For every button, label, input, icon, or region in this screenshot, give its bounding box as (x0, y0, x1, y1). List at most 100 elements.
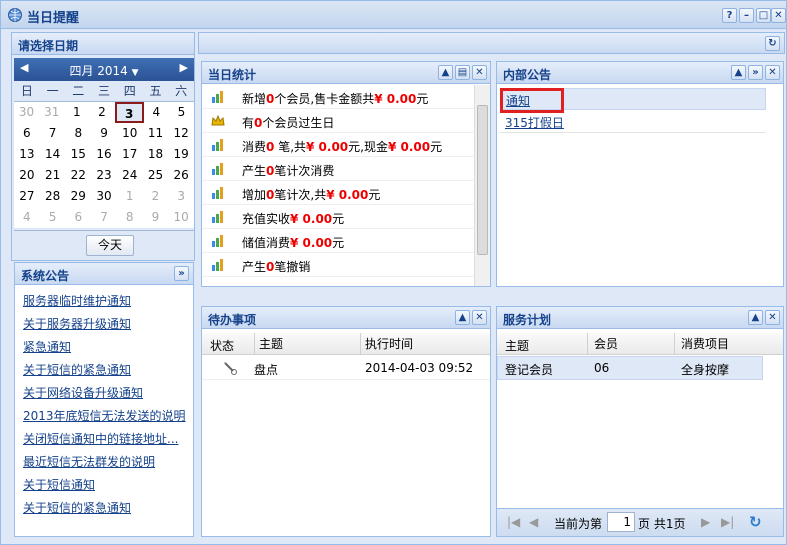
calendar-day[interactable]: 21 (40, 165, 66, 186)
internal-notice-row[interactable]: 315打假日 (500, 111, 766, 133)
calendar-day[interactable]: 8 (117, 207, 143, 228)
next-month-icon[interactable]: ▶ (180, 61, 188, 74)
calendar-day[interactable]: 11 (143, 123, 169, 144)
last-page-icon[interactable]: ▶| (721, 515, 734, 529)
prev-page-icon[interactable]: ◀ (529, 515, 538, 529)
internal-notice-item[interactable]: 315打假日 (505, 114, 564, 131)
collapse-icon[interactable]: ▲ (438, 65, 453, 80)
calendar-day[interactable]: 3 (114, 102, 144, 123)
calendar-day[interactable]: 4 (144, 102, 169, 123)
system-notice-item[interactable]: 服务器临时维护通知 (23, 290, 189, 313)
stat-text: 充值实收¥ 0.00元 (242, 212, 345, 226)
print-icon[interactable]: ▤ (455, 65, 470, 80)
calendar-day[interactable]: 5 (40, 207, 66, 228)
calendar-day[interactable]: 30 (14, 102, 39, 123)
close-panel-icon[interactable]: ✕ (472, 65, 487, 80)
weekday-label: 六 (175, 84, 188, 98)
first-page-icon[interactable]: |◀ (507, 515, 520, 529)
calendar-day[interactable]: 5 (169, 102, 194, 123)
close-icon[interactable]: ✕ (771, 8, 786, 23)
system-notice-item[interactable]: 2013年底短信无法发送的说明 (23, 405, 189, 428)
calendar-day[interactable]: 30 (91, 186, 117, 207)
calendar-week: 13 14 15 16 17 18 19 (14, 144, 194, 165)
column-header[interactable]: 消费项目 (674, 333, 729, 355)
column-header[interactable]: 主题 (505, 337, 529, 354)
calendar-day[interactable]: 22 (65, 165, 91, 186)
calendar-day[interactable]: 2 (89, 102, 114, 123)
collapse-icon[interactable]: ▲ (455, 310, 470, 325)
calendar-day[interactable]: 4 (14, 207, 40, 228)
close-panel-icon[interactable]: ✕ (765, 310, 780, 325)
calendar-day[interactable]: 26 (168, 165, 194, 186)
month-picker[interactable]: 四月 2014 ▼ (14, 62, 194, 79)
system-notice-item[interactable]: 关于短信的紧急通知 (23, 359, 189, 382)
maximize-icon[interactable]: □ (756, 8, 771, 23)
system-notice-item[interactable]: 关闭短信通知中的链接地址... (23, 428, 189, 451)
calendar-day[interactable]: 25 (143, 165, 169, 186)
close-panel-icon[interactable]: ✕ (472, 310, 487, 325)
calendar-day[interactable]: 9 (91, 123, 117, 144)
calendar-day[interactable]: 6 (65, 207, 91, 228)
calendar-day[interactable]: 20 (14, 165, 40, 186)
calendar-day[interactable]: 3 (168, 186, 194, 207)
stat-row: 产生0笔撤销 (202, 253, 474, 277)
next-page-icon[interactable]: ▶ (701, 515, 710, 529)
help-icon[interactable]: ? (722, 8, 737, 23)
table-row[interactable]: 登记会员 06 全身按摩 (497, 356, 763, 380)
calendar-day[interactable]: 8 (65, 123, 91, 144)
expand-icon[interactable]: » (748, 65, 763, 80)
calendar-day[interactable]: 1 (117, 186, 143, 207)
refresh-icon[interactable]: ↻ (749, 513, 762, 531)
calendar-day[interactable]: 2 (143, 186, 169, 207)
calendar-day[interactable]: 24 (117, 165, 143, 186)
calendar-day[interactable]: 27 (14, 186, 40, 207)
calendar-day[interactable]: 19 (168, 144, 194, 165)
todo-time: 2014-04-03 09:52 (365, 361, 474, 375)
calendar-day[interactable]: 10 (168, 207, 194, 228)
column-header[interactable]: 主题 (254, 333, 283, 355)
calendar-day[interactable]: 7 (91, 207, 117, 228)
calendar-day[interactable]: 6 (14, 123, 40, 144)
page-number-input[interactable] (607, 512, 635, 532)
column-header[interactable]: 会员 (587, 333, 618, 355)
calendar-day[interactable]: 15 (65, 144, 91, 165)
calendar-panel-title: 请选择日期 (18, 39, 79, 53)
calendar-day[interactable]: 12 (168, 123, 194, 144)
calendar-day[interactable]: 7 (40, 123, 66, 144)
system-notice-item[interactable]: 关于服务器升级通知 (23, 313, 189, 336)
calendar-day[interactable]: 16 (91, 144, 117, 165)
weekday-header: 日一二三四五六 (14, 81, 194, 102)
table-row[interactable]: 盘点 2014-04-03 09:52 (202, 356, 490, 380)
collapse-icon[interactable]: ▲ (731, 65, 746, 80)
calendar-day[interactable]: 28 (40, 186, 66, 207)
calendar-day[interactable]: 13 (14, 144, 40, 165)
stat-row: 充值实收¥ 0.00元 (202, 205, 474, 229)
calendar-day[interactable]: 1 (64, 102, 89, 123)
calendar-day[interactable]: 29 (65, 186, 91, 207)
column-header[interactable]: 状态 (210, 337, 234, 354)
system-notice-item[interactable]: 关于短信的紧急通知 (23, 497, 189, 520)
system-notice-item[interactable]: 关于网络设备升级通知 (23, 382, 189, 405)
chart-icon (212, 235, 223, 247)
system-notice-item[interactable]: 最近短信无法群发的说明 (23, 451, 189, 474)
collapse-icon[interactable]: ▲ (748, 310, 763, 325)
today-button[interactable]: 今天 (86, 235, 134, 256)
expand-icon[interactable]: » (174, 266, 189, 281)
calendar-day[interactable]: 17 (117, 144, 143, 165)
calendar-day[interactable]: 14 (40, 144, 66, 165)
scroll-thumb[interactable] (477, 105, 488, 255)
calendar-day[interactable]: 18 (143, 144, 169, 165)
calendar-day[interactable]: 10 (117, 123, 143, 144)
plan-subject: 登记会员 (505, 363, 554, 377)
close-panel-icon[interactable]: ✕ (765, 65, 780, 80)
calendar-day[interactable]: 9 (143, 207, 169, 228)
calendar-day[interactable]: 31 (39, 102, 64, 123)
minimize-icon[interactable]: – (739, 8, 754, 23)
system-notice-item[interactable]: 关于短信通知 (23, 474, 189, 497)
main-window: 当日提醒 ? – □ ✕ 请选择日期 ◀ 四月 2014 ▼ ▶ 日一二三四五六… (0, 0, 787, 545)
stats-scrollbar[interactable] (474, 85, 490, 286)
refresh-icon[interactable]: ↻ (765, 36, 780, 51)
column-header[interactable]: 执行时间 (360, 333, 413, 355)
calendar-day[interactable]: 23 (91, 165, 117, 186)
system-notice-item[interactable]: 紧急通知 (23, 336, 189, 359)
